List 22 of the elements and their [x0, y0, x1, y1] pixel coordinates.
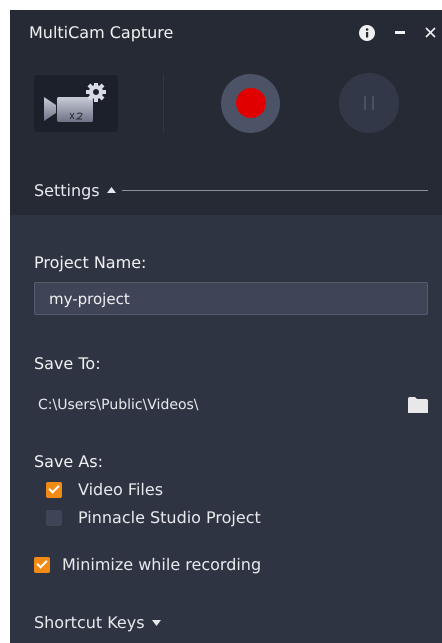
- checkbox-label: Minimize while recording: [62, 555, 262, 574]
- caret-icon[interactable]: [106, 187, 116, 193]
- close-icon[interactable]: [425, 27, 436, 38]
- checkbox-label: Video Files: [78, 480, 164, 499]
- camera-settings-button[interactable]: [34, 74, 118, 132]
- section-header[interactable]: Shortcut Keys: [34, 613, 145, 632]
- pause-icon: [364, 96, 374, 110]
- record-icon: [236, 88, 266, 118]
- camera-gear-icon: [44, 83, 108, 123]
- folder-icon[interactable]: [408, 397, 428, 413]
- caret-icon[interactable]: [152, 620, 161, 626]
- checkbox-label: Pinnacle Studio Project: [78, 508, 261, 527]
- checkbox[interactable]: [46, 482, 62, 498]
- input-field[interactable]: my-project: [34, 282, 428, 315]
- field-label: Project Name:: [34, 253, 148, 272]
- section-header[interactable]: Settings: [34, 180, 100, 200]
- info-icon[interactable]: [359, 24, 375, 40]
- field-label: Save To:: [34, 354, 102, 373]
- checkbox[interactable]: [34, 556, 50, 572]
- path-text: C:\Users\Public\Videos\: [38, 397, 199, 413]
- field-label: Save As:: [34, 452, 104, 471]
- window-title: MultiCam Capture: [29, 23, 174, 42]
